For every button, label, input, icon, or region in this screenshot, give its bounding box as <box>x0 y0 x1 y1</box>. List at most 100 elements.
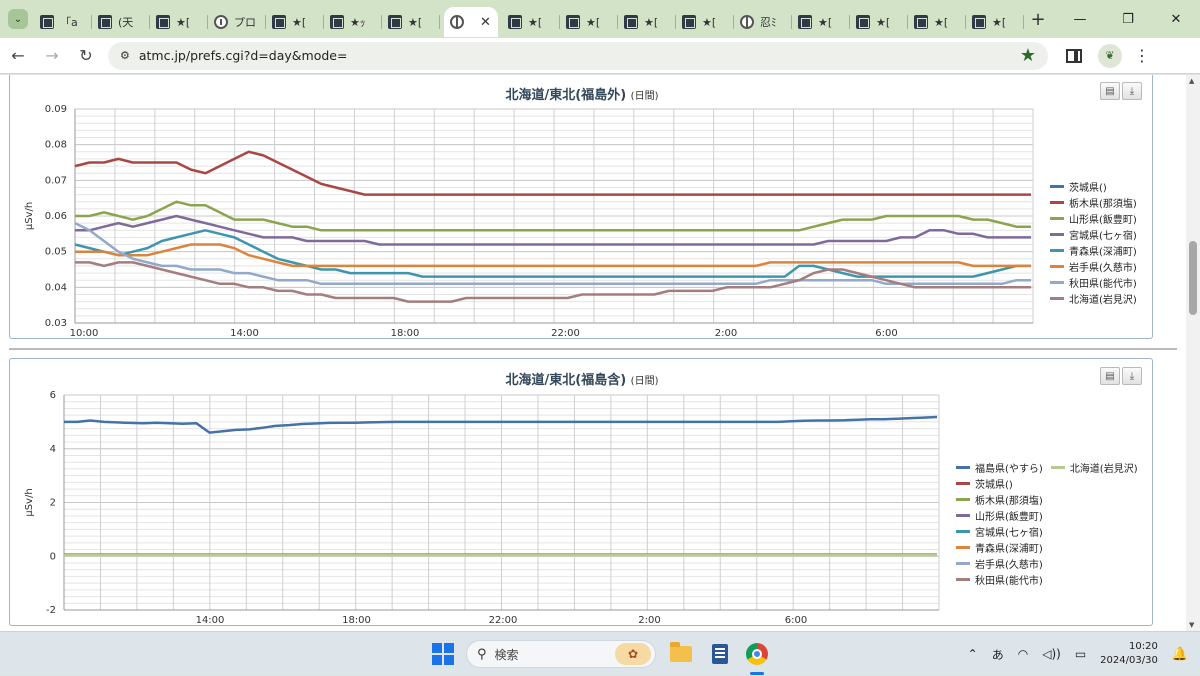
legend-item[interactable]: 青森県(深浦町) <box>1050 242 1137 258</box>
restore-button[interactable]: ❐ <box>1104 0 1152 38</box>
legend-swatch <box>1050 184 1064 188</box>
legend-label: 岩手県(久慈市) <box>1069 262 1137 274</box>
tab-close-icon[interactable]: ✕ <box>480 15 491 30</box>
tab[interactable]: ★[ <box>382 7 440 37</box>
print-button[interactable]: ▤ <box>1100 367 1120 385</box>
start-button[interactable] <box>432 643 454 665</box>
legend-item[interactable]: 茨城県() <box>1050 178 1137 194</box>
notification-bell-icon[interactable]: 🔔 <box>1172 647 1188 662</box>
forward-button[interactable]: → <box>36 40 68 72</box>
minimize-button[interactable]: — <box>1056 0 1104 38</box>
legend-item[interactable]: 岩手県(久慈市) <box>1050 258 1137 274</box>
legend-swatch <box>956 577 970 581</box>
profile-avatar[interactable]: ❦ <box>1098 43 1122 68</box>
windows-logo-pane <box>432 655 442 665</box>
globe-icon <box>450 15 464 29</box>
close-window-button[interactable]: ✕ <box>1152 0 1200 38</box>
tab-active[interactable]: ✕ <box>444 7 498 37</box>
battery-icon[interactable]: ▭ <box>1075 647 1086 661</box>
legend-item[interactable]: 宮城県(七ヶ宿) <box>1050 226 1137 242</box>
legend-label: 宮城県(七ヶ宿) <box>1069 230 1137 242</box>
wifi-icon[interactable]: ◠ <box>1018 647 1028 661</box>
download-button[interactable]: ⤓ <box>1122 82 1142 100</box>
volume-icon[interactable]: ◁)) <box>1042 647 1061 661</box>
legend-item[interactable]: 岩手県(久慈市) <box>956 555 1043 571</box>
bookmark-star-icon[interactable]: ★ <box>1020 45 1036 66</box>
tab[interactable]: ★[ <box>266 7 324 37</box>
notepad-button[interactable] <box>706 640 734 668</box>
page-icon <box>566 15 580 29</box>
clock[interactable]: 10:20 2024/03/30 <box>1100 640 1158 668</box>
site-info-icon[interactable]: ⚙ <box>120 49 130 62</box>
legend-item[interactable]: 北海道(岩見沢) <box>1050 459 1138 475</box>
print-button[interactable]: ▤ <box>1100 82 1120 100</box>
reload-button[interactable]: ↻ <box>70 40 102 72</box>
series-line[interactable] <box>75 243 1031 268</box>
page-icon <box>798 15 812 29</box>
page-icon <box>972 15 986 29</box>
url-text[interactable]: atmc.jp/prefs.cgi?d=day&mode= <box>139 48 1020 63</box>
tab[interactable]: ★[ <box>502 7 560 37</box>
tab[interactable]: ★[ <box>966 7 1024 37</box>
tab[interactable]: ★[ <box>908 7 966 37</box>
tab[interactable]: (天 <box>92 7 150 37</box>
legend-item[interactable]: 山形県(飯豊町) <box>956 507 1043 523</box>
y-tick-label: 0.08 <box>45 140 67 151</box>
y-tick-label: 0.05 <box>45 247 67 258</box>
legend-item[interactable]: 栃木県(那須塩) <box>956 491 1043 507</box>
y-tick-label: 0.09 <box>45 104 67 115</box>
legend-swatch <box>1050 232 1064 236</box>
ime-indicator[interactable]: あ <box>992 646 1004 663</box>
chevron-up-icon[interactable]: ⌃ <box>968 647 978 661</box>
legend-item[interactable]: 青森県(深浦町) <box>956 539 1043 555</box>
tab[interactable]: ★[ <box>618 7 676 37</box>
chart-title: 北海道/東北(福島外) (日間) <box>10 84 1154 103</box>
legend-column: 福島県(やすら) 茨城県() 栃木県(那須塩) 山形県(飯豊町) 宮城県(七ヶ宿) 青森県… <box>956 459 1043 587</box>
tab[interactable]: 「a <box>34 7 92 37</box>
tab[interactable]: ★[ <box>676 7 734 37</box>
tab[interactable]: プロ <box>208 7 266 37</box>
y-tick-label: 6 <box>50 390 56 401</box>
back-button[interactable]: ← <box>2 40 34 72</box>
page-scrollbar[interactable]: ▲ ▼ <box>1186 75 1200 631</box>
download-button[interactable]: ⤓ <box>1122 367 1142 385</box>
legend-item[interactable]: 栃木県(那須塩) <box>1050 194 1137 210</box>
arrow-left-icon: ← <box>11 46 25 65</box>
address-bar[interactable]: ⚙ atmc.jp/prefs.cgi?d=day&mode= ★ <box>108 41 1048 70</box>
tab[interactable]: ★[ <box>792 7 850 37</box>
menu-kebab-icon[interactable]: ⋮ <box>1134 46 1150 65</box>
legend-swatch <box>956 497 970 501</box>
download-icon: ⤓ <box>1129 370 1135 382</box>
tab[interactable]: ★[ <box>150 7 208 37</box>
legend-item[interactable]: 福島県(やすら) <box>956 459 1043 475</box>
legend-item[interactable]: 茨城県() <box>956 475 1043 491</box>
legend-swatch <box>1050 248 1064 252</box>
tab[interactable]: 忍ﾐ <box>734 7 792 37</box>
tab[interactable]: ★ｯ <box>324 7 382 37</box>
scroll-up-icon[interactable]: ▲ <box>1189 77 1194 85</box>
scroll-down-icon[interactable]: ▼ <box>1189 621 1194 629</box>
tab-title: ★ｯ <box>350 16 366 29</box>
side-panel-icon[interactable] <box>1066 48 1082 63</box>
legend-item[interactable]: 宮城県(七ヶ宿) <box>956 523 1043 539</box>
scrollbar-thumb[interactable] <box>1189 241 1197 315</box>
search-highlight-icon[interactable]: ✿ <box>615 643 651 665</box>
taskbar-search[interactable]: ⚲ 検索 ✿ <box>466 640 656 668</box>
tab-list: 「a (天 ★[プロ ★[★ｯ ★[✕ ★[★[★[★[忍ﾐ ★[★[★[★[ <box>34 0 1024 38</box>
page-icon <box>98 15 112 29</box>
tab[interactable]: ★[ <box>560 7 618 37</box>
legend-item[interactable]: 秋田県(能代市) <box>956 571 1043 587</box>
file-explorer-button[interactable] <box>667 640 695 668</box>
reload-icon: ↻ <box>79 46 93 65</box>
legend-item[interactable]: 山形県(飯豊町) <box>1050 210 1137 226</box>
legend-label: 福島県(やすら) <box>975 463 1043 475</box>
tab-search-button[interactable]: ⌄ <box>8 9 28 29</box>
tab[interactable]: ★[ <box>850 7 908 37</box>
chrome-taskbar-button[interactable] <box>743 640 771 668</box>
search-icon: ⚲ <box>477 646 487 662</box>
new-tab-button[interactable]: + <box>1026 7 1050 31</box>
chart-title-text: 北海道/東北(福島含) <box>505 373 627 388</box>
series-line[interactable] <box>64 415 938 434</box>
minimize-icon: — <box>1073 11 1087 27</box>
legend-swatch <box>956 545 970 549</box>
